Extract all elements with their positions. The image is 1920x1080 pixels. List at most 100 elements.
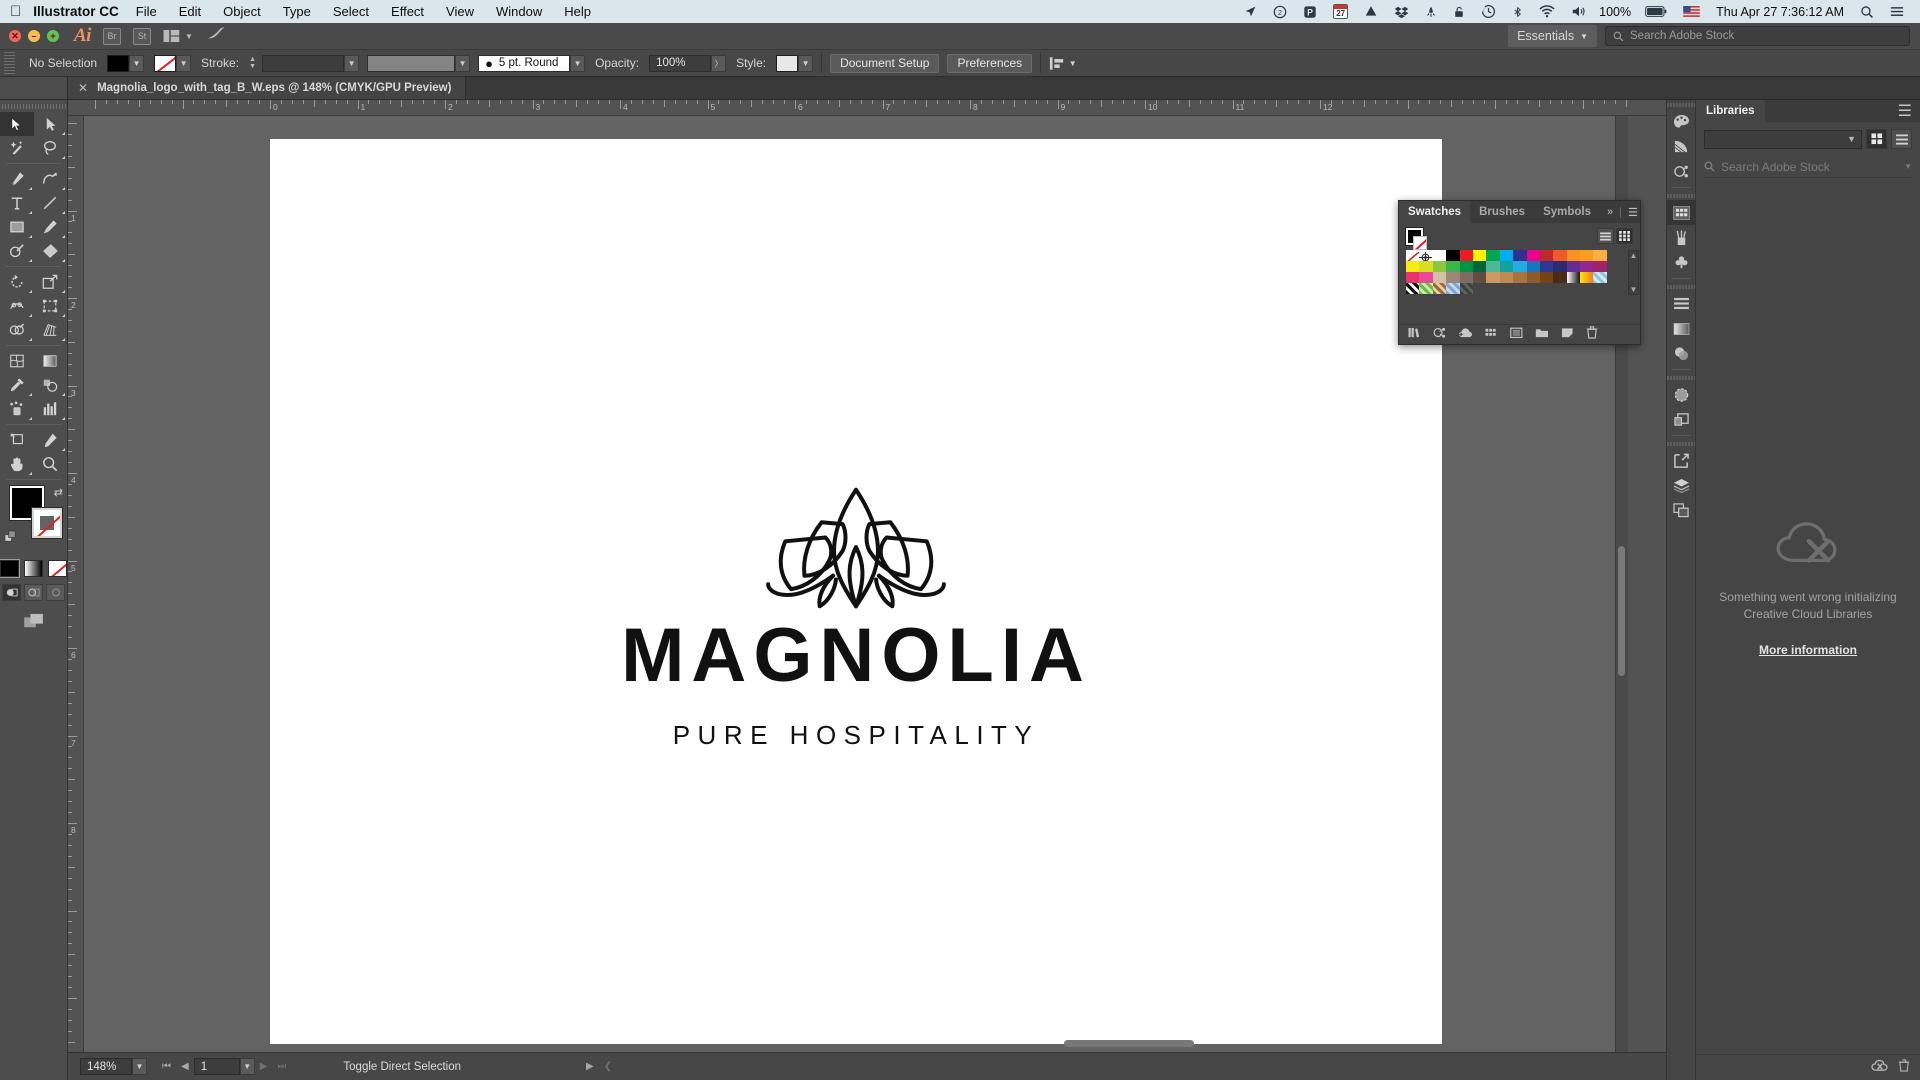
libraries-upload-icon[interactable]	[1458, 326, 1473, 344]
swatch-2-9[interactable]	[1527, 272, 1540, 283]
chevron-down-icon[interactable]: ▼	[1065, 55, 1080, 72]
color-panel-icon[interactable]	[1667, 109, 1695, 134]
macos-active-app-name[interactable]: Illustrator CC	[33, 4, 125, 19]
swatch-0-14[interactable]	[1593, 250, 1606, 261]
rectangle-tool[interactable]	[0, 215, 34, 239]
play-icon[interactable]: ▶	[581, 1061, 599, 1072]
color-guide-icon[interactable]	[1667, 134, 1695, 159]
opacity-flyout-button[interactable]: 〉	[711, 55, 726, 72]
libraries-stock-search[interactable]: Search Adobe Stock ▼	[1704, 156, 1912, 178]
magic-wand-tool[interactable]	[0, 136, 34, 160]
stock-launch-button[interactable]: St	[133, 28, 151, 45]
swatch-1-14[interactable]	[1593, 261, 1606, 272]
pen-tool[interactable]	[0, 167, 34, 191]
macos-clock[interactable]: Thu Apr 27 7:36:12 AM	[1708, 5, 1852, 19]
stroke-swatch[interactable]	[154, 55, 176, 72]
adobe-stock-search[interactable]: Search Adobe Stock	[1605, 26, 1910, 46]
style-swatch[interactable]	[776, 55, 798, 72]
dock-grip-5[interactable]	[1667, 439, 1695, 448]
show-kinds-icon[interactable]	[1485, 326, 1498, 344]
canvas-vertical-scroll-thumb[interactable]	[1618, 546, 1625, 676]
battery-icon[interactable]	[1637, 0, 1675, 23]
swatch-3-0[interactable]	[1406, 283, 1419, 294]
parking-p-icon[interactable]: P	[1295, 0, 1325, 23]
draw-behind[interactable]	[24, 584, 43, 601]
swatch-2-7[interactable]	[1500, 272, 1513, 283]
tab-brushes[interactable]: Brushes	[1470, 201, 1534, 223]
menu-help[interactable]: Help	[553, 4, 602, 19]
stroke-color-well[interactable]	[32, 508, 62, 538]
draw-normal[interactable]	[2, 584, 21, 601]
swatch-0-8[interactable]	[1513, 250, 1526, 261]
swatch-3-3[interactable]	[1446, 283, 1459, 294]
grid-view-icon[interactable]	[1866, 129, 1887, 149]
chevron-up-icon[interactable]: ▲	[1630, 251, 1638, 260]
new-group-icon[interactable]	[1535, 326, 1549, 344]
type-tool[interactable]	[0, 191, 34, 215]
free-transform-tool[interactable]	[34, 294, 68, 318]
swatch-1-1[interactable]	[1419, 261, 1432, 272]
magnolia-lotus-icon[interactable]	[741, 484, 971, 612]
last-artboard-icon[interactable]: ⏭	[272, 1061, 291, 1072]
grid-view-icon[interactable]	[1616, 228, 1633, 244]
wifi-icon[interactable]	[1531, 0, 1563, 23]
menu-edit[interactable]: Edit	[168, 4, 212, 19]
menu-select[interactable]: Select	[322, 4, 380, 19]
swatch-1-3[interactable]	[1446, 261, 1459, 272]
menu-view[interactable]: View	[435, 4, 485, 19]
curvature-tool[interactable]	[34, 167, 68, 191]
color-mode-gradient[interactable]	[24, 560, 43, 577]
dock-grip-4[interactable]	[1667, 373, 1695, 382]
swatch-0-12[interactable]	[1567, 250, 1580, 261]
transparency-panel-icon[interactable]	[1667, 341, 1695, 366]
selection-tool[interactable]	[0, 112, 34, 136]
menu-object[interactable]: Object	[212, 4, 272, 19]
color-harmony-icon[interactable]	[1433, 326, 1446, 344]
location-arrow-icon[interactable]	[1236, 0, 1265, 23]
tab-swatches[interactable]: Swatches	[1399, 201, 1470, 223]
us-flag-icon[interactable]	[1675, 0, 1708, 23]
libraries-more-information-link[interactable]: More information	[1759, 643, 1857, 657]
library-select[interactable]: ▼	[1704, 130, 1862, 149]
gradient-panel-icon[interactable]	[1667, 316, 1695, 341]
swatch-1-5[interactable]	[1473, 261, 1486, 272]
chevron-down-icon[interactable]: ▼	[176, 55, 191, 72]
zoom-level-input[interactable]: 148%	[80, 1058, 132, 1075]
sync-error-icon[interactable]	[1871, 1059, 1888, 1077]
gradient-tool[interactable]	[34, 349, 68, 373]
swatch-0-10[interactable]	[1540, 250, 1553, 261]
minimize-window-button[interactable]: –	[28, 30, 40, 42]
swatch-1-10[interactable]	[1540, 261, 1553, 272]
swatches-panel[interactable]: Swatches Brushes Symbols » | ☰	[1398, 200, 1641, 345]
bridge-launch-button[interactable]: Br	[103, 28, 121, 45]
artboard-tool[interactable]	[0, 428, 34, 452]
previous-artboard-icon[interactable]: ◀	[176, 1061, 194, 1072]
edit-colors-icon[interactable]	[1667, 159, 1695, 184]
swatch-2-14[interactable]	[1593, 272, 1606, 283]
column-graph-tool[interactable]	[34, 397, 68, 421]
swatch-2-4[interactable]	[1460, 272, 1473, 283]
draw-inside[interactable]	[46, 584, 65, 601]
swatch-0-1[interactable]	[1419, 250, 1432, 261]
chevron-down-icon[interactable]: ▼	[132, 1058, 147, 1075]
rotate-tool[interactable]	[0, 270, 34, 294]
horizontal-ruler[interactable]: 0123456789101112	[68, 100, 1920, 116]
default-fill-stroke-icon[interactable]	[4, 530, 19, 550]
close-icon[interactable]: ✕	[78, 81, 88, 95]
chevron-down-icon[interactable]: ▼	[798, 55, 813, 72]
swatch-2-0[interactable]	[1406, 272, 1419, 283]
lasso-tool[interactable]	[34, 136, 68, 160]
apple-logo-icon[interactable]: 	[0, 4, 33, 19]
next-artboard-icon[interactable]: ▶	[255, 1061, 273, 1072]
swatch-0-6[interactable]	[1486, 250, 1499, 261]
align-panel-icon[interactable]	[1667, 291, 1695, 316]
line-segment-tool[interactable]	[34, 191, 68, 215]
bluetooth-icon[interactable]	[1504, 0, 1531, 23]
hand-tool[interactable]	[0, 452, 34, 476]
list-view-icon[interactable]	[1891, 129, 1912, 149]
menu-type[interactable]: Type	[272, 4, 322, 19]
swatch-1-2[interactable]	[1433, 261, 1446, 272]
perspective-grid-tool[interactable]	[34, 318, 68, 342]
time-machine-icon[interactable]	[1473, 0, 1504, 23]
artboard-number-input[interactable]: 1	[194, 1058, 240, 1075]
